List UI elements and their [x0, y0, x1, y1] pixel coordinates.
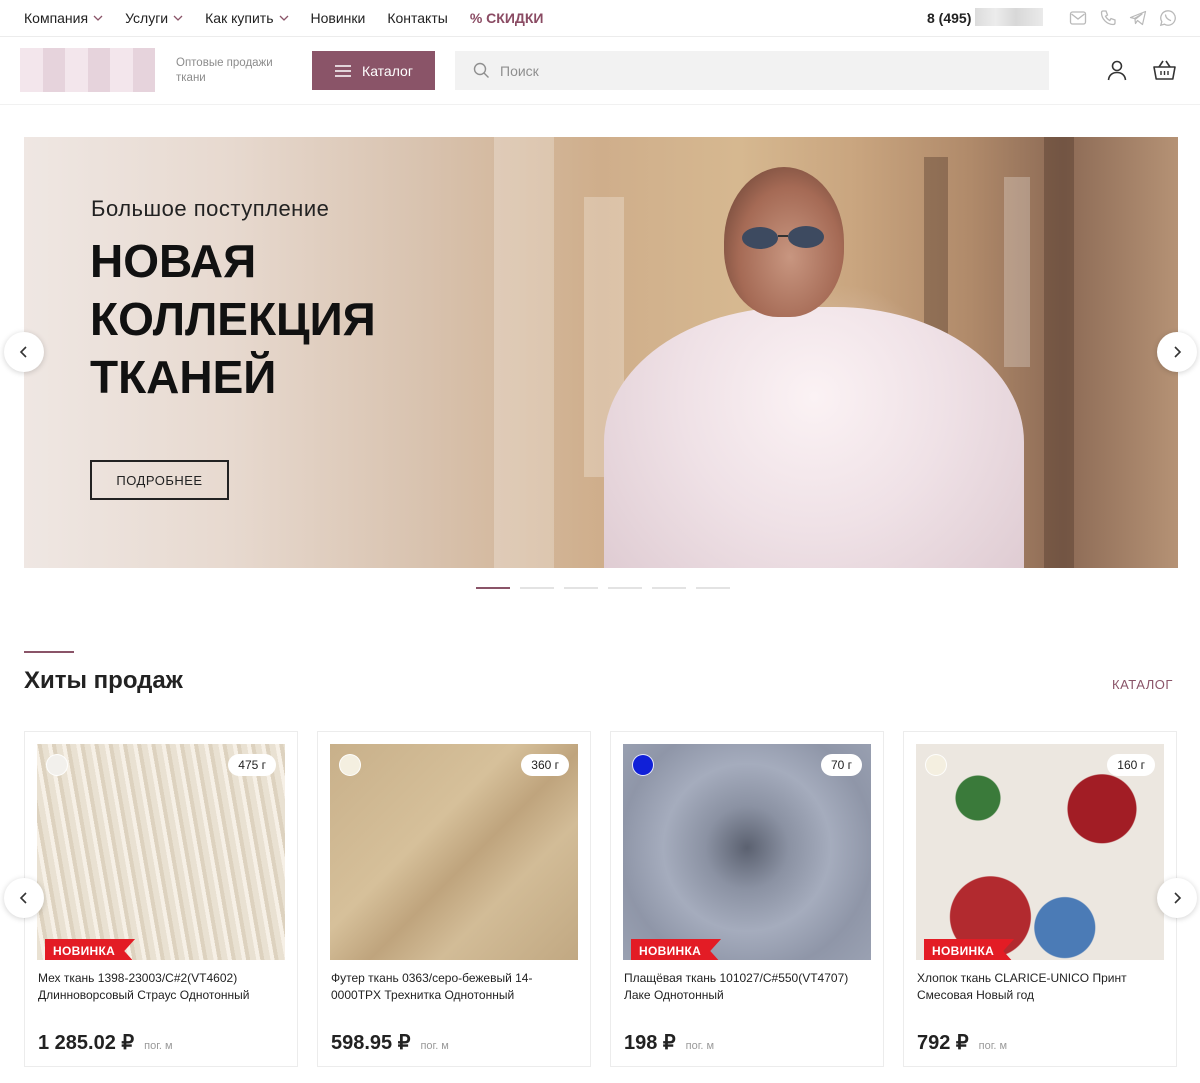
search-input[interactable] — [500, 62, 1000, 79]
weight-badge: 160 г — [1107, 754, 1155, 776]
product-price: 792 ₽ — [917, 1032, 969, 1054]
product-unit: пог. м — [420, 1040, 449, 1052]
nav-item-label: Контакты — [387, 10, 448, 26]
product-name[interactable]: Мех ткань 1398-23003/C#2(VT4602) Длиннов… — [38, 970, 288, 1004]
product-price-row: 598.95 ₽ пог. м — [331, 1030, 449, 1055]
product-price: 1 285.02 ₽ — [38, 1032, 135, 1054]
catalog-button[interactable]: Каталог — [312, 51, 435, 90]
pagination-dot[interactable] — [608, 587, 642, 589]
banner-prev-button[interactable] — [4, 332, 44, 372]
nav-item-how-to-buy[interactable]: Как купить — [205, 10, 288, 26]
banner-more-button[interactable]: ПОДРОБНЕЕ — [90, 460, 229, 500]
basket-icon[interactable] — [1151, 57, 1177, 83]
nav-item-label: % СКИДКИ — [469, 10, 544, 26]
product-card[interactable]: 475 г НОВИНКА Мех ткань 1398-23003/C#2(V… — [24, 731, 298, 1067]
section-accent-line — [24, 651, 74, 653]
top-bar: Компания Услуги Как купить Новинки Конта… — [0, 0, 1200, 37]
pagination-dot[interactable] — [564, 587, 598, 589]
nav-item-label: Услуги — [125, 10, 169, 26]
pagination-dot[interactable] — [520, 587, 554, 589]
color-swatch[interactable] — [46, 754, 68, 776]
nav-item-label: Компания — [24, 10, 89, 26]
nav-item-label: Новинки — [310, 10, 366, 26]
product-price: 198 ₽ — [624, 1032, 676, 1054]
chevron-right-icon — [1174, 346, 1182, 358]
site-tagline: Оптовые продажи ткани — [176, 57, 273, 84]
product-price-row: 1 285.02 ₽ пог. м — [38, 1030, 173, 1055]
chevron-down-icon — [93, 15, 103, 21]
product-image: 160 г НОВИНКА — [916, 744, 1164, 960]
nav-item-new[interactable]: Новинки — [311, 10, 366, 26]
nav-item-company[interactable]: Компания — [24, 10, 103, 26]
banner-background — [1044, 137, 1074, 568]
product-unit: пог. м — [144, 1040, 173, 1052]
chevron-left-icon — [19, 346, 27, 358]
new-badge: НОВИНКА — [631, 939, 722, 960]
chevron-down-icon — [173, 15, 183, 21]
new-badge: НОВИНКА — [924, 939, 1015, 960]
logo[interactable] — [20, 48, 155, 92]
product-card[interactable]: 70 г НОВИНКА Плащёвая ткань 101027/C#550… — [610, 731, 884, 1067]
product-image: 475 г НОВИНКА — [37, 744, 285, 960]
phone-number-blurred — [975, 8, 1043, 26]
banner-background — [1004, 177, 1030, 367]
chevron-left-icon — [19, 892, 27, 904]
phone-number[interactable]: 8 (495) — [927, 10, 971, 26]
banner-pagination — [476, 587, 730, 589]
nav-item-contacts[interactable]: Контакты — [387, 10, 447, 26]
product-name[interactable]: Плащёвая ткань 101027/C#550(VT4707) Лаке… — [624, 970, 874, 1004]
hero-banner: Большое поступление НОВАЯ КОЛЛЕКЦИЯ ТКАН… — [24, 137, 1178, 568]
new-badge: НОВИНКА — [45, 939, 136, 960]
products-next-button[interactable] — [1157, 878, 1197, 918]
nav-item-sale[interactable]: % СКИДКИ — [470, 10, 544, 26]
banner-subtitle: Большое поступление — [91, 196, 330, 221]
product-price-row: 792 ₽ пог. м — [917, 1030, 1007, 1055]
product-price-row: 198 ₽ пог. м — [624, 1030, 714, 1055]
product-unit: пог. м — [978, 1040, 1008, 1052]
product-card[interactable]: 360 г Футер ткань 0363/серо-бежевый 14-0… — [317, 731, 591, 1067]
whatsapp-icon[interactable] — [1158, 8, 1177, 27]
product-price: 598.95 ₽ — [331, 1032, 411, 1054]
section-title: Хиты продаж — [24, 667, 183, 694]
nav-item-label: Как купить — [205, 10, 274, 26]
weight-badge: 360 г — [521, 754, 569, 776]
telegram-icon[interactable] — [1128, 8, 1147, 27]
search-box — [455, 51, 1049, 90]
product-card[interactable]: 160 г НОВИНКА Хлопок ткань CLARICE-UNICO… — [903, 731, 1177, 1067]
weight-badge: 70 г — [820, 754, 862, 776]
product-image: 70 г НОВИНКА — [623, 744, 871, 960]
product-image: 360 г — [330, 744, 578, 960]
pagination-dot[interactable] — [476, 587, 510, 589]
products-prev-button[interactable] — [4, 878, 44, 918]
color-swatch[interactable] — [925, 754, 947, 776]
chevron-down-icon — [279, 15, 288, 21]
catalog-button-label: Каталог — [362, 62, 413, 79]
banner-title: НОВАЯ КОЛЛЕКЦИЯ ТКАНЕЙ — [90, 235, 376, 403]
banner-model-image — [742, 226, 824, 249]
user-icon[interactable] — [1104, 57, 1130, 83]
mail-icon[interactable] — [1068, 8, 1087, 27]
color-swatch[interactable] — [339, 754, 361, 776]
weight-badge: 475 г — [228, 754, 276, 776]
pagination-dot[interactable] — [652, 587, 686, 589]
social-links — [1068, 8, 1177, 27]
menu-icon — [335, 64, 352, 77]
main-header: Оптовые продажи ткани Каталог — [0, 37, 1200, 105]
search-icon — [473, 62, 489, 78]
pagination-dot[interactable] — [696, 587, 730, 589]
product-name[interactable]: Футер ткань 0363/серо-бежевый 14-0000TPX… — [331, 970, 581, 1004]
chevron-right-icon — [1174, 892, 1182, 904]
phone-icon[interactable] — [1098, 8, 1117, 27]
top-nav: Компания Услуги Как купить Новинки Конта… — [24, 0, 565, 36]
banner-next-button[interactable] — [1157, 332, 1197, 372]
color-swatch[interactable] — [632, 754, 654, 776]
catalog-link[interactable]: КАТАЛОГ — [1112, 677, 1173, 692]
product-unit: пог. м — [685, 1040, 715, 1052]
banner-model-image — [604, 307, 1024, 568]
nav-item-services[interactable]: Услуги — [125, 10, 183, 26]
product-name[interactable]: Хлопок ткань CLARICE-UNICO Принт Смесова… — [917, 970, 1167, 1004]
